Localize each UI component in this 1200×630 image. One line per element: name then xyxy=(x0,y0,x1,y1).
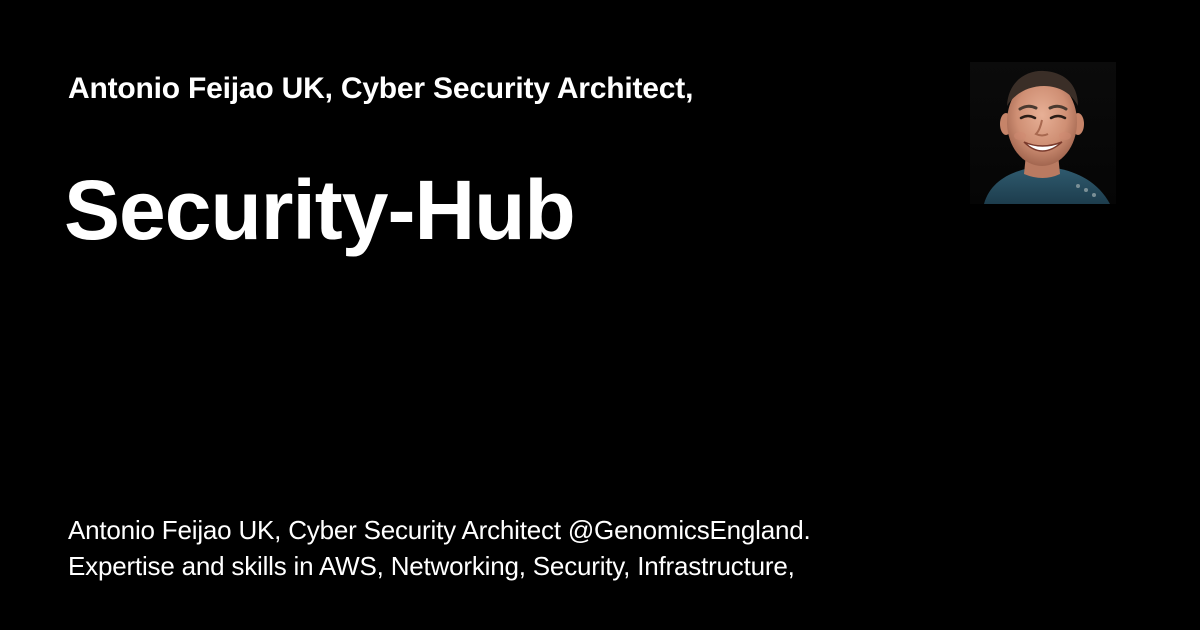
avatar xyxy=(970,62,1116,204)
author-headline: Antonio Feijao UK, Cyber Security Archit… xyxy=(68,72,694,105)
description-line: Antonio Feijao UK, Cyber Security Archit… xyxy=(68,515,811,545)
profile-photo-icon xyxy=(970,62,1116,204)
description-line: Expertise and skills in AWS, Networking,… xyxy=(68,551,795,581)
description: Antonio Feijao UK, Cyber Security Archit… xyxy=(68,512,968,584)
page-title: Security-Hub xyxy=(64,163,576,257)
social-preview-card: Antonio Feijao UK, Cyber Security Archit… xyxy=(0,0,1200,630)
